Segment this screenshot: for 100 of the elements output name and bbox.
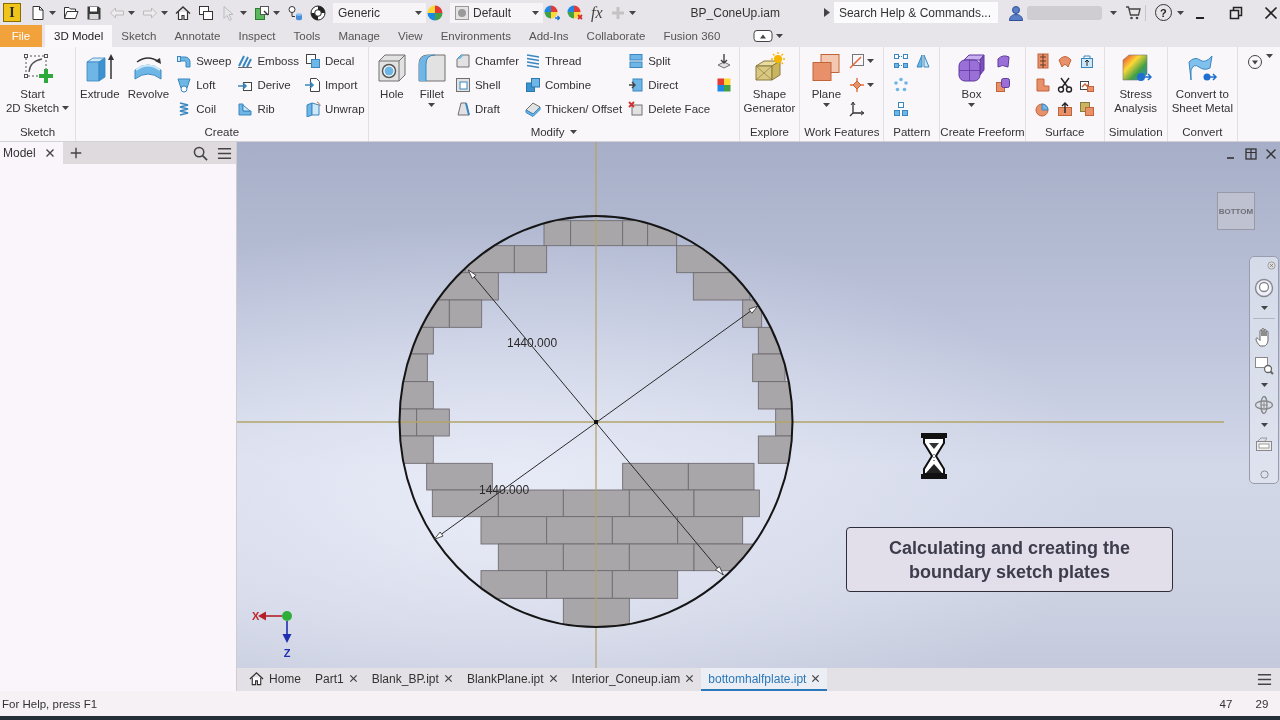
rectangular-pattern-icon[interactable] bbox=[892, 53, 909, 69]
zoom-window-icon[interactable] bbox=[1254, 355, 1274, 375]
ribbon-tool-button[interactable]: Shape Generator bbox=[742, 47, 797, 123]
color-grid-icon[interactable] bbox=[716, 77, 733, 93]
document-tab[interactable]: Part1 bbox=[308, 668, 365, 691]
split-window-icon[interactable] bbox=[1245, 148, 1257, 160]
caret-icon[interactable] bbox=[428, 103, 436, 107]
color-ball-clear-icon[interactable] bbox=[567, 4, 583, 21]
restore-icon[interactable] bbox=[1229, 5, 1243, 20]
stacked-windows-icon[interactable] bbox=[198, 4, 214, 21]
caret-icon[interactable] bbox=[1109, 10, 1117, 15]
document-tab[interactable]: Blank_BP.ipt bbox=[364, 668, 460, 691]
ribbon-tab[interactable]: Annotate bbox=[165, 25, 230, 47]
function-button[interactable]: fx bbox=[590, 3, 604, 22]
caret-icon[interactable] bbox=[569, 130, 577, 134]
ribbon-tab[interactable]: View bbox=[388, 25, 432, 47]
ribbon-tool-button[interactable]: Start 2D Sketch bbox=[4, 47, 71, 123]
caret-icon[interactable] bbox=[968, 103, 975, 107]
ladder-strip-icon[interactable] bbox=[1034, 53, 1051, 69]
ribbon-tool-button[interactable]: Emboss bbox=[237, 49, 299, 73]
caret-icon[interactable] bbox=[1266, 54, 1274, 58]
close-icon[interactable] bbox=[548, 674, 558, 683]
ribbon-tool-button[interactable]: Shell bbox=[454, 73, 520, 97]
menu-icon[interactable] bbox=[1257, 672, 1272, 687]
ribbon-tool-button[interactable]: Delete Face bbox=[628, 97, 711, 121]
ribbon-tool-button[interactable]: Convert to Sheet Metal bbox=[1170, 47, 1235, 123]
link-cylinder-icon[interactable] bbox=[287, 4, 303, 21]
l-shape-icon[interactable] bbox=[1034, 77, 1051, 93]
ribbon-tab[interactable]: Fusion 360 bbox=[654, 25, 730, 47]
checker-ball-icon[interactable] bbox=[310, 4, 326, 21]
ribbon-tool-button[interactable]: Loft bbox=[176, 73, 232, 97]
close-icon[interactable] bbox=[685, 674, 695, 683]
curved-face-icon[interactable] bbox=[994, 53, 1011, 69]
user-icon[interactable] bbox=[1007, 4, 1024, 21]
ribbon-tool-button[interactable]: Rib bbox=[237, 97, 299, 121]
color-wheel-icon[interactable] bbox=[427, 4, 443, 21]
ribbon-tool-button[interactable]: Direct bbox=[628, 73, 711, 97]
ribbon-tool-button[interactable]: Thread bbox=[525, 49, 623, 73]
arrow-plane-icon[interactable] bbox=[716, 53, 733, 69]
caret-icon[interactable] bbox=[1260, 383, 1268, 387]
close-icon[interactable] bbox=[348, 674, 358, 683]
curved-patch-icon[interactable] bbox=[1056, 53, 1073, 69]
scissors-icon[interactable] bbox=[1056, 77, 1073, 93]
open-folder-icon[interactable] bbox=[63, 4, 79, 21]
coordinate-axes-icon[interactable] bbox=[849, 101, 866, 117]
ribbon-tool-button[interactable]: Draft bbox=[454, 97, 520, 121]
square-pattern-icon[interactable] bbox=[892, 101, 909, 117]
ribbon-tool-button[interactable]: Unwrap bbox=[304, 97, 365, 121]
close-icon[interactable] bbox=[1264, 5, 1278, 20]
face-arrow-icon[interactable] bbox=[1056, 101, 1073, 117]
circle-caret-icon[interactable] bbox=[1247, 54, 1264, 70]
ribbon-tab[interactable]: Add-Ins bbox=[519, 25, 578, 47]
orbit-icon[interactable] bbox=[1254, 395, 1274, 415]
ribbon-tool-button[interactable]: Revolve bbox=[126, 47, 171, 123]
document-tab[interactable]: Interior_Coneup.iam bbox=[564, 668, 702, 691]
caret-icon[interactable] bbox=[822, 103, 830, 107]
caret-icon[interactable] bbox=[273, 10, 280, 15]
ribbon-tool-button[interactable]: Hole bbox=[374, 47, 409, 123]
ribbon-tool-button[interactable]: Import bbox=[304, 73, 365, 97]
caret-icon[interactable] bbox=[776, 34, 784, 38]
ribbon-tab[interactable]: Manage bbox=[329, 25, 389, 47]
steering-wheel-icon[interactable] bbox=[1254, 278, 1274, 298]
cart-icon[interactable] bbox=[1124, 4, 1141, 21]
caret-icon[interactable] bbox=[867, 83, 875, 87]
ribbon-tool-button[interactable]: Extrude bbox=[79, 47, 121, 123]
dropdown-field[interactable]: Default bbox=[450, 2, 543, 23]
caret-icon[interactable] bbox=[1260, 306, 1268, 310]
ribbon-tool-button[interactable]: Stress Analysis bbox=[1113, 47, 1159, 123]
caret-icon[interactable] bbox=[1260, 423, 1268, 427]
ribbon-tool-button[interactable]: Split bbox=[628, 49, 711, 73]
ribbon-tab[interactable]: Sketch bbox=[112, 25, 166, 47]
caret-icon[interactable] bbox=[49, 10, 56, 15]
window-cursor-icon[interactable] bbox=[254, 4, 270, 21]
ribbon-tool-button[interactable]: Derive bbox=[237, 73, 299, 97]
search-icon[interactable] bbox=[193, 145, 208, 161]
axis-icon[interactable] bbox=[849, 53, 866, 69]
box-up-arrow-icon[interactable] bbox=[1078, 53, 1095, 69]
overlapping-squares-icon[interactable] bbox=[1078, 101, 1095, 117]
menu-icon[interactable] bbox=[217, 145, 232, 161]
caret-icon[interactable] bbox=[62, 106, 70, 110]
ribbon-tool-button[interactable]: Plane bbox=[809, 47, 844, 123]
ribbon-tool-button[interactable]: Combine bbox=[525, 73, 623, 97]
ribbon-tab[interactable]: Environments bbox=[431, 25, 520, 47]
save-icon[interactable] bbox=[86, 4, 102, 21]
ribbon-tool-button[interactable]: Fillet bbox=[414, 47, 449, 123]
panel-title[interactable]: Modify bbox=[530, 126, 565, 138]
ribbon-tool-button[interactable]: Box bbox=[954, 47, 989, 123]
ribbon-tool-button[interactable]: Chamfer bbox=[454, 49, 520, 73]
close-icon[interactable] bbox=[811, 674, 821, 683]
app-logo[interactable]: I bbox=[3, 3, 21, 22]
ribbon-tab[interactable]: 3D Model bbox=[45, 25, 113, 47]
ribbon-tab[interactable]: Tools bbox=[284, 25, 330, 47]
document-tab[interactable]: BlankPlane.ipt bbox=[459, 668, 565, 691]
pie-patch-icon[interactable] bbox=[1034, 101, 1051, 117]
point-icon[interactable] bbox=[849, 77, 866, 93]
browser-tab[interactable]: Model bbox=[0, 142, 63, 164]
home-tab[interactable]: Home bbox=[242, 668, 308, 691]
dropdown-field[interactable]: Generic bbox=[333, 2, 426, 23]
expand-arrow-icon[interactable] bbox=[823, 8, 830, 17]
document-tab[interactable]: bottomhalfplate.ipt bbox=[701, 668, 828, 691]
